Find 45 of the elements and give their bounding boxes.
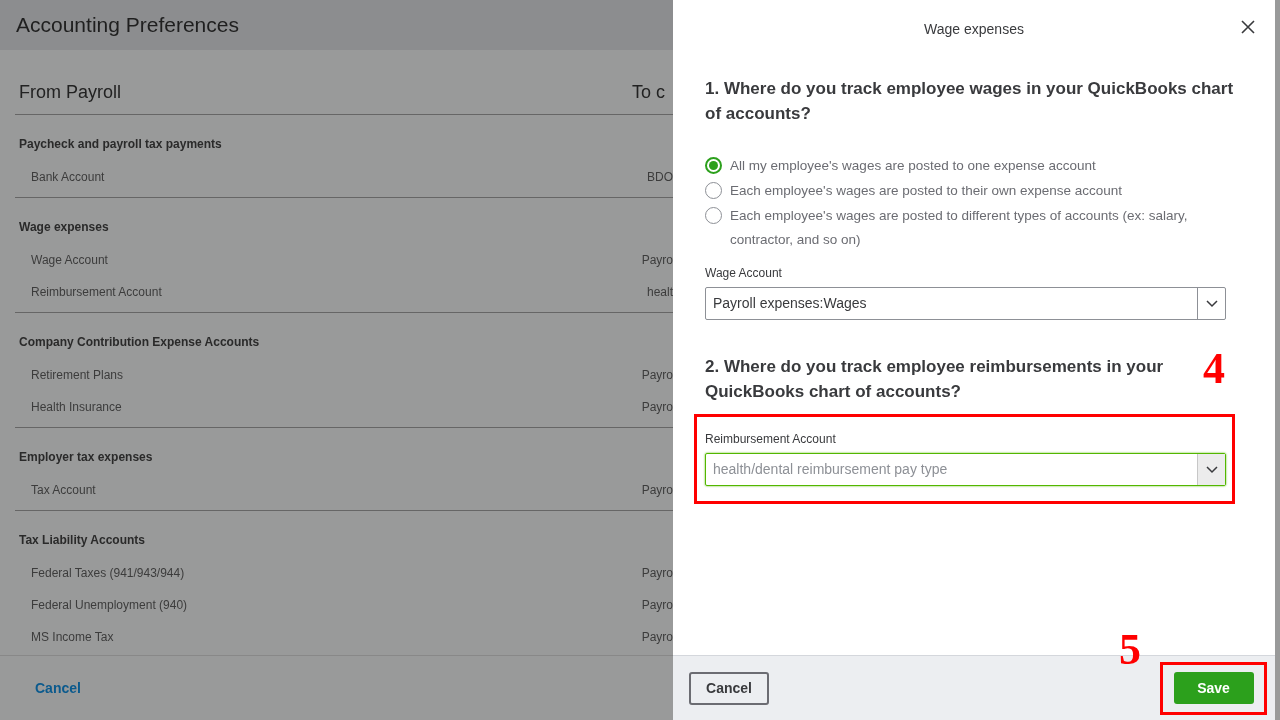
- page-title: Accounting Preferences: [16, 12, 239, 39]
- account-label: Tax Account: [31, 482, 96, 499]
- account-label: Wage Account: [31, 252, 108, 269]
- save-button[interactable]: Save: [1173, 672, 1254, 704]
- question-heading: 1. Where do you track employee wages in your QuickBooks chart of accounts?: [705, 78, 1235, 125]
- column-heading: To c: [632, 80, 666, 104]
- account-value: Payro: [641, 482, 673, 499]
- section-title: Wage expenses: [19, 220, 109, 234]
- radio-label: Each employee's wages are posted to different types of accounts (ex: salary, contractor, and so on): [730, 207, 1189, 249]
- account-label: Federal Taxes (941/943/944): [31, 565, 185, 582]
- section-title: Employer tax expenses: [19, 450, 153, 464]
- radio-label: All my employee's wages are posted to one expense account: [730, 157, 1097, 175]
- radio-button[interactable]: [705, 157, 722, 174]
- column-heading: From Payroll: [18, 80, 121, 104]
- step-number: 5: [1119, 626, 1141, 674]
- account-value: Payro: [641, 252, 673, 269]
- account-label: Federal Unemployment (940): [31, 597, 188, 614]
- section-title: Paycheck and payroll tax payments: [19, 137, 222, 151]
- chevron-down-icon: [1205, 299, 1218, 308]
- cancel-button[interactable]: Cancel: [689, 671, 769, 705]
- cancel-link[interactable]: Cancel: [35, 677, 81, 699]
- close-button[interactable]: [1239, 18, 1257, 36]
- account-value: Payro: [641, 629, 673, 646]
- account-label: Bank Account: [31, 169, 105, 186]
- field-label: Reimbursement Account: [705, 431, 837, 447]
- account-value: Payro: [641, 399, 673, 416]
- account-label: Reimbursement Account: [31, 284, 162, 301]
- account-value: healt: [646, 284, 673, 301]
- account-label: Retirement Plans: [31, 367, 124, 384]
- section-title: Company Contribution Expense Accounts: [19, 335, 260, 349]
- account-value: Payro: [641, 597, 673, 614]
- account-dropdown[interactable]: health/dental reimbursement pay type: [705, 453, 1226, 486]
- account-value: Payro: [641, 367, 673, 384]
- question-heading: 2. Where do you track employee reimbursements in your QuickBooks chart of accounts?: [705, 356, 1165, 403]
- account-value: Payro: [641, 565, 673, 582]
- field-label: Wage Account: [705, 265, 783, 281]
- account-label: Health Insurance: [31, 399, 122, 416]
- account-dropdown[interactable]: Payroll expenses:Wages: [705, 287, 1226, 320]
- radio-label: Each employee's wages are posted to their own expense account: [730, 182, 1124, 200]
- step-number: 4: [1203, 345, 1225, 393]
- account-value: BDO: [647, 169, 673, 186]
- chevron-down-icon: [1205, 465, 1218, 474]
- section-title: Tax Liability Accounts: [19, 533, 146, 547]
- account-label: MS Income Tax: [31, 629, 114, 646]
- panel-title: Wage expenses: [924, 19, 1024, 39]
